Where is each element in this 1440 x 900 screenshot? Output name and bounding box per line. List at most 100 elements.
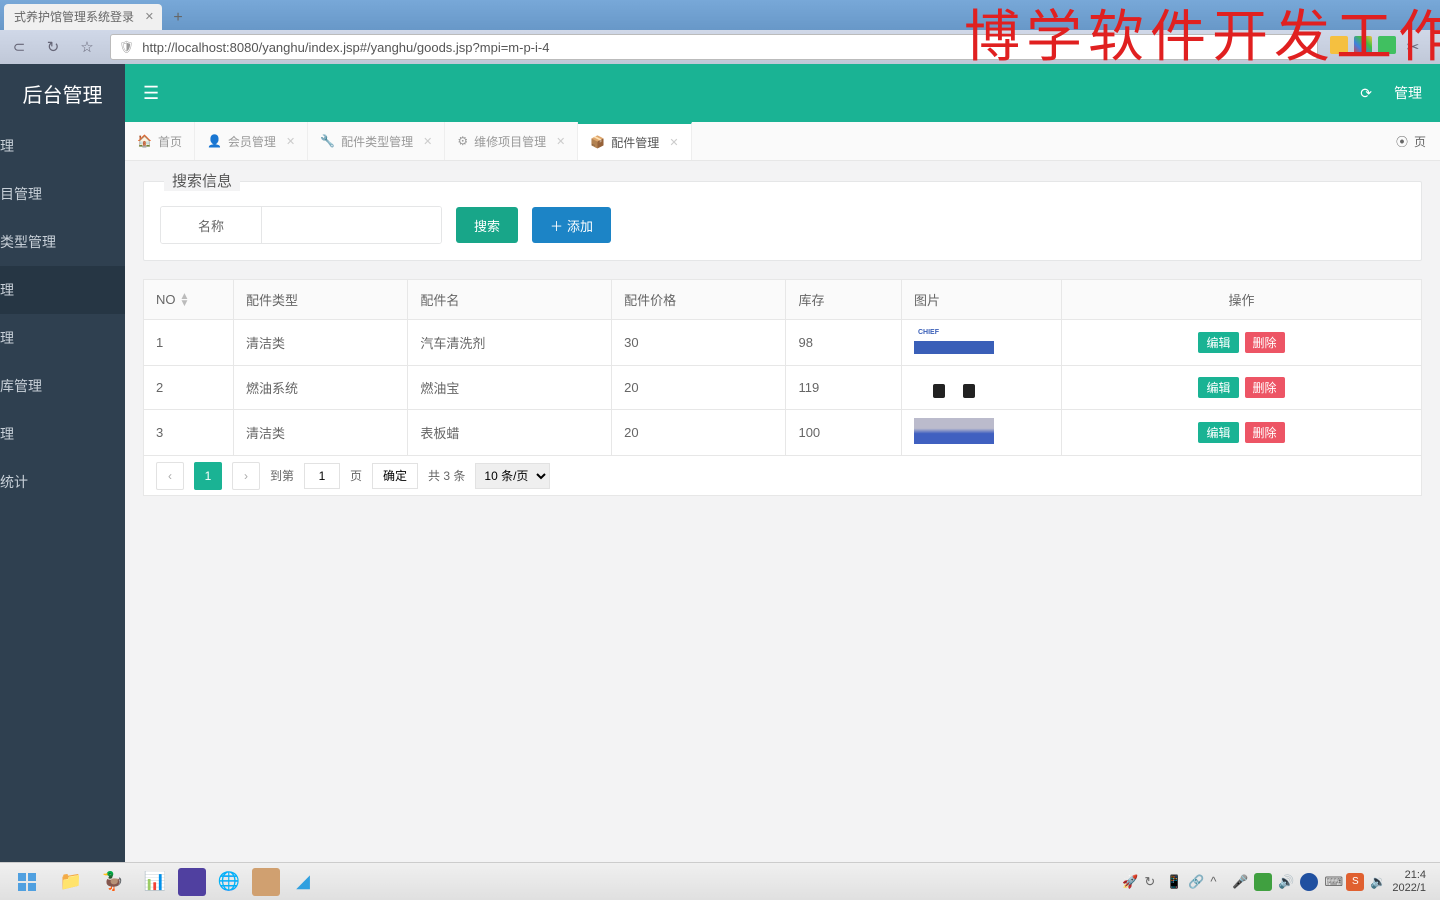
page-tabs: 🏠首页👤会员管理✕🔧配件类型管理✕⚙维修项目管理✕📦配件管理✕ ⦿ 页 <box>125 122 1440 161</box>
search-button[interactable]: 搜索 <box>456 207 518 243</box>
user-label[interactable]: 管理 <box>1394 83 1422 103</box>
tray-keyboard-icon[interactable]: ⌨ <box>1324 874 1340 890</box>
edit-button[interactable]: 编辑 <box>1198 332 1238 353</box>
close-icon[interactable]: ✕ <box>145 10 154 23</box>
table-row: 1清洁类汽车清洗剂3098编辑删除 <box>144 320 1422 366</box>
taskbar-app-icon[interactable]: 📊 <box>136 866 174 898</box>
tab-label: 配件管理 <box>611 134 659 151</box>
ext-icon[interactable] <box>1354 36 1372 54</box>
tray-volume2-icon[interactable]: 🔉 <box>1370 874 1386 890</box>
sidebar-item[interactable]: 理 <box>0 314 125 362</box>
pagesize-select[interactable]: 10 条/页 <box>475 463 550 489</box>
tray-ime-icon[interactable]: S <box>1346 873 1364 891</box>
favorite-button[interactable]: ☆ <box>76 36 98 58</box>
delete-button[interactable]: 删除 <box>1245 377 1285 398</box>
page-tab[interactable]: 📦 配件管理 ✕ <box>578 122 691 160</box>
col-header: 操作 <box>1062 280 1422 320</box>
clock-time: 21:4 <box>1392 869 1426 882</box>
goto-confirm-button[interactable]: 确定 <box>372 463 418 489</box>
goto-input[interactable] <box>304 463 340 489</box>
sidebar-item[interactable]: 库管理 <box>0 362 125 410</box>
ext-icon[interactable] <box>1330 36 1348 54</box>
tab-label: 首页 <box>158 133 182 150</box>
sidebar-item[interactable]: 理 <box>0 122 125 170</box>
start-button[interactable] <box>6 866 48 898</box>
name-input[interactable] <box>261 207 441 243</box>
tab-icon: 📦 <box>590 135 605 149</box>
page-tab[interactable]: 👤会员管理✕ <box>195 122 308 160</box>
url-bar[interactable]: 🛡 http://localhost:8080/yanghu/index.jsp… <box>110 34 1318 60</box>
edit-button[interactable]: 编辑 <box>1198 377 1238 398</box>
browser-tabstrip: 式养护馆管理系统登录 ✕ + <box>0 0 1440 30</box>
tab-icon: 🔧 <box>320 134 335 148</box>
col-header: 库存 <box>786 280 902 320</box>
tab-label: 配件类型管理 <box>341 133 413 150</box>
tray-icon[interactable] <box>1254 873 1272 891</box>
taskbar-app-icon[interactable] <box>252 868 280 896</box>
close-icon[interactable]: ✕ <box>556 135 565 148</box>
sidebar-item[interactable]: 统计 <box>0 458 125 506</box>
cell-no: 2 <box>144 366 234 410</box>
taskbar-app-icon[interactable]: 🌐 <box>210 866 248 898</box>
tray-volume-icon[interactable]: 🔊 <box>1278 874 1294 890</box>
sidebar-item[interactable]: 目管理 <box>0 170 125 218</box>
cell-stock: 100 <box>786 410 902 456</box>
page-tab[interactable]: ⚙维修项目管理✕ <box>445 122 578 160</box>
sidebar-item[interactable]: 理 <box>0 410 125 458</box>
tray-phone-icon[interactable]: 📱 <box>1166 874 1182 890</box>
next-page-button[interactable]: › <box>232 462 260 490</box>
delete-button[interactable]: 删除 <box>1245 332 1285 353</box>
reload-button[interactable]: ↻ <box>42 36 64 58</box>
page-tab[interactable]: 🔧 配件类型管理 ✕ <box>308 122 445 160</box>
tab-label: 会员管理 <box>228 133 276 150</box>
tray-rocket-icon[interactable]: 🚀 <box>1122 874 1138 890</box>
col-header[interactable]: NO▲▼ <box>144 280 234 320</box>
cell-type: 清洁类 <box>234 410 408 456</box>
edit-button[interactable]: 编辑 <box>1198 422 1238 443</box>
cell-price: 20 <box>612 410 786 456</box>
menu-toggle-icon[interactable]: ☰ <box>143 83 159 104</box>
tab-overflow[interactable]: ⦿ 页 <box>1396 122 1440 160</box>
cell-name: 表板蜡 <box>408 410 612 456</box>
sort-icon[interactable]: ▲▼ <box>180 293 190 307</box>
tray-chevron-icon[interactable]: ^ <box>1210 874 1226 890</box>
table-row: 2燃油系统燃油宝20119编辑删除 <box>144 366 1422 410</box>
sidebar-item[interactable]: 类型管理 <box>0 218 125 266</box>
tray-sync-icon[interactable]: ↻ <box>1144 874 1160 890</box>
taskbar-app-icon[interactable]: 🦆 <box>94 866 132 898</box>
close-icon[interactable]: ✕ <box>669 136 678 149</box>
col-header: 配件类型 <box>234 280 408 320</box>
refresh-icon[interactable]: ⟳ <box>1360 85 1372 102</box>
page-number-button[interactable]: 1 <box>194 462 222 490</box>
delete-button[interactable]: 删除 <box>1245 422 1285 443</box>
tray-mic-icon[interactable]: 🎤 <box>1232 874 1248 890</box>
new-tab-button[interactable]: + <box>166 6 190 30</box>
sidebar-item[interactable]: 理 <box>0 266 125 314</box>
cell-image <box>902 410 1062 456</box>
cell-stock: 119 <box>786 366 902 410</box>
tab-title: 式养护馆管理系统登录 <box>14 10 134 24</box>
taskbar-app-icon[interactable]: ◢ <box>284 866 322 898</box>
tab-icon: ⚙ <box>457 134 468 148</box>
close-icon[interactable]: ✕ <box>286 135 295 148</box>
tray-qq-icon[interactable] <box>1300 873 1318 891</box>
browser-tab[interactable]: 式养护馆管理系统登录 ✕ <box>4 4 162 30</box>
thumbnail <box>914 418 994 444</box>
back-button[interactable]: ⊂ <box>8 36 30 58</box>
plus-icon: ＋ <box>550 216 563 235</box>
tray-link-icon[interactable]: 🔗 <box>1188 874 1204 890</box>
cell-type: 燃油系统 <box>234 366 408 410</box>
taskbar-app-icon[interactable] <box>178 868 206 896</box>
taskbar-app-icon[interactable]: 📁 <box>52 866 90 898</box>
add-button[interactable]: ＋ 添加 <box>532 207 611 243</box>
system-clock[interactable]: 21:4 2022/1 <box>1392 869 1434 895</box>
close-icon[interactable]: ✕ <box>423 135 432 148</box>
page-tab[interactable]: 🏠首页 <box>125 122 195 160</box>
cell-actions: 编辑删除 <box>1062 410 1422 456</box>
scissors-icon[interactable]: ✂ <box>1402 36 1424 58</box>
ext-icon[interactable] <box>1378 36 1396 54</box>
cell-no: 3 <box>144 410 234 456</box>
system-tray: 🚀 ↻ 📱 🔗 ^ 🎤 🔊 ⌨ S 🔉 21:4 2022/1 <box>1122 869 1434 895</box>
name-input-group: 名称 <box>160 206 442 244</box>
prev-page-button[interactable]: ‹ <box>156 462 184 490</box>
